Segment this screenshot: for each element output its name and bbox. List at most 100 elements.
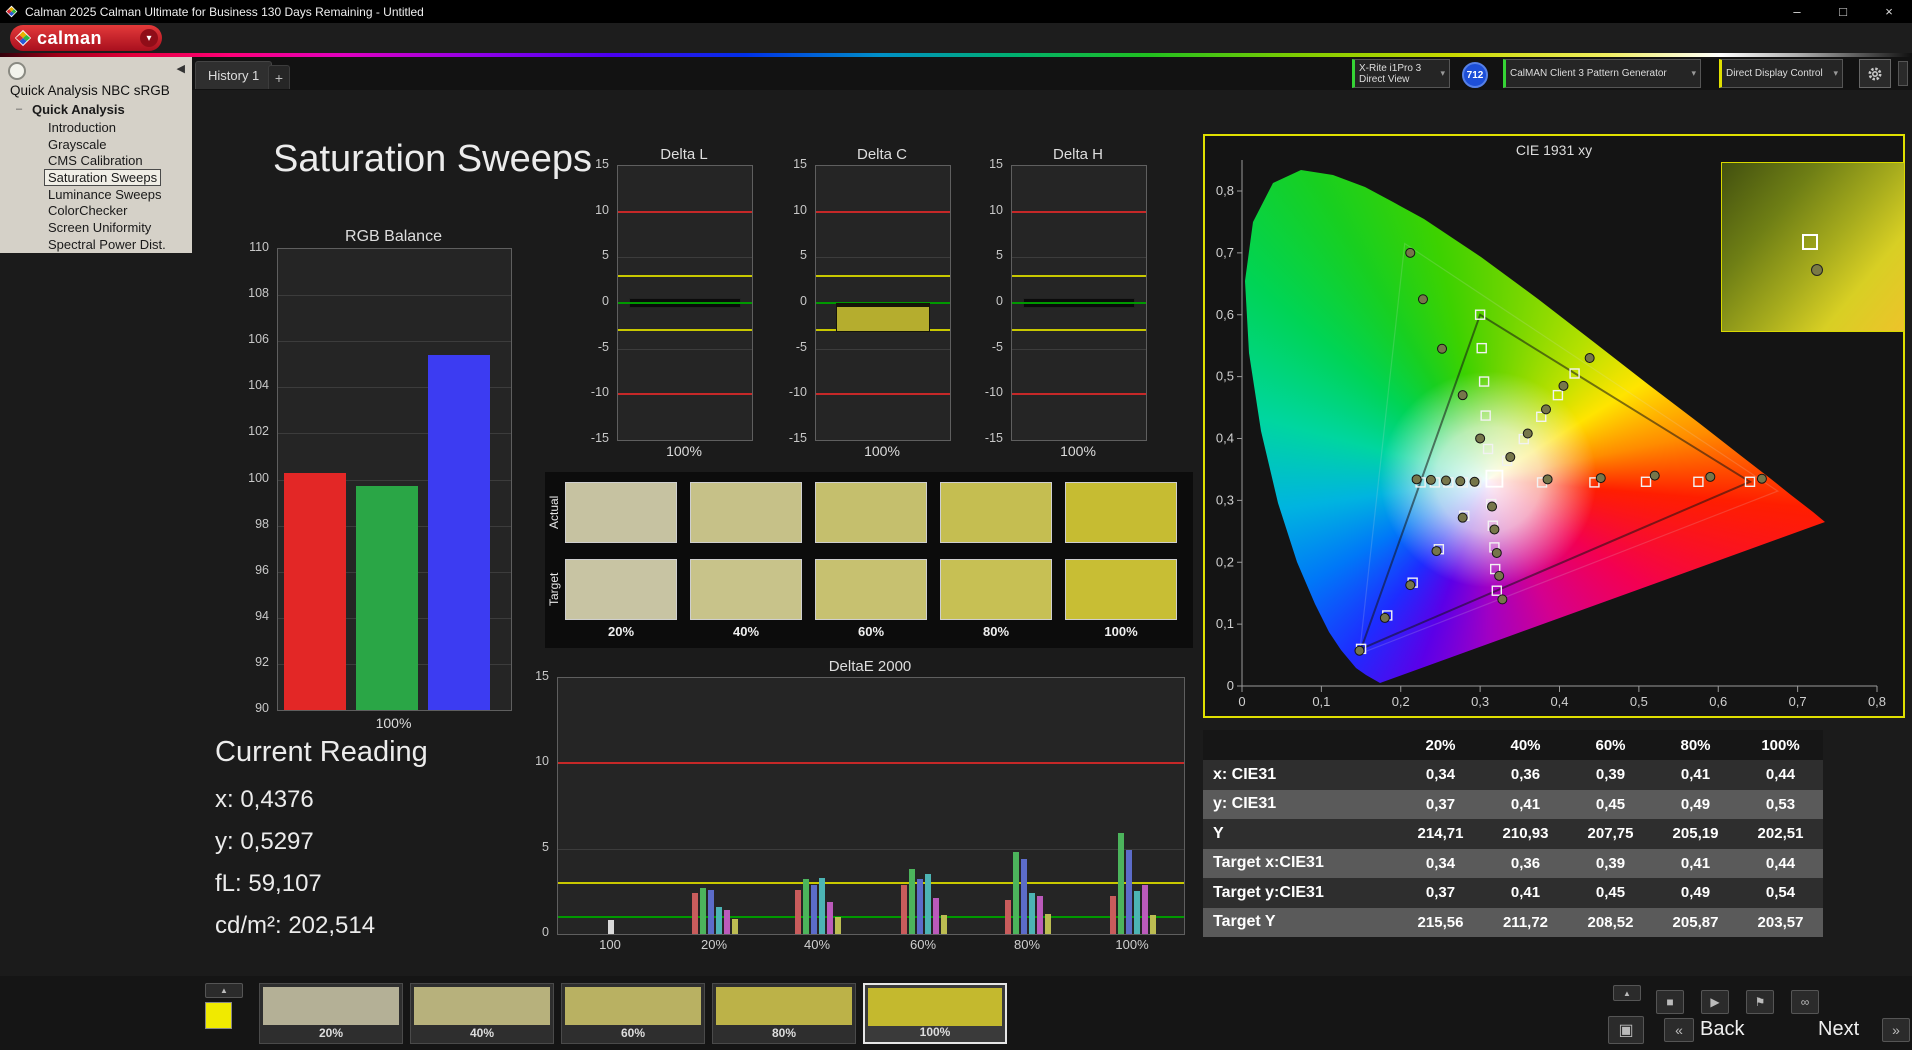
- workflow-menu-button[interactable]: [8, 62, 26, 80]
- cie-measured-point[interactable]: [1491, 547, 1502, 558]
- sidebar-item-screen-uniformity[interactable]: Screen Uniformity: [44, 219, 155, 236]
- pattern-window-button[interactable]: ▲: [205, 983, 243, 998]
- cie-measured-point[interactable]: [1487, 501, 1498, 512]
- sidebar-item-saturation-sweeps[interactable]: Saturation Sweeps: [44, 169, 162, 186]
- cie-target-point[interactable]: [1640, 476, 1652, 487]
- cie-measured-point[interactable]: [1425, 474, 1436, 485]
- delta-c-x-label: 100%: [864, 443, 900, 459]
- cie-measured-point[interactable]: [1497, 594, 1508, 605]
- transport-expand-button[interactable]: ▲: [1613, 985, 1641, 1001]
- cie-measured-point[interactable]: [1756, 473, 1767, 484]
- layout-button[interactable]: ▣: [1608, 1016, 1644, 1044]
- cie-measured-point[interactable]: [1354, 645, 1365, 656]
- cie-measured-point[interactable]: [1541, 404, 1552, 415]
- y-tick-label: 10: [793, 202, 807, 217]
- cie-target-point[interactable]: [1476, 342, 1487, 354]
- back-chevrons-icon[interactable]: «: [1664, 1018, 1694, 1042]
- cie-target-point[interactable]: [1478, 376, 1490, 387]
- pattern-button-100%[interactable]: 100%: [863, 983, 1007, 1044]
- sidebar-item-cms-calibration[interactable]: CMS Calibration: [44, 152, 147, 169]
- cie-target-point[interactable]: [1693, 476, 1704, 487]
- cie-measured-point[interactable]: [1405, 580, 1416, 591]
- delta-h-title: Delta H: [1052, 146, 1104, 163]
- target-patch-20%: [565, 559, 677, 620]
- play-button[interactable]: ▶: [1701, 990, 1729, 1014]
- cie-target-point[interactable]: [1552, 389, 1564, 401]
- rgb-bar-red: [284, 472, 346, 710]
- cie-measured-point[interactable]: [1379, 612, 1390, 623]
- cie-measured-point[interactable]: [1457, 512, 1468, 523]
- sidebar-item-introduction[interactable]: Introduction: [44, 119, 120, 136]
- table-header-cell: 80%: [1680, 736, 1711, 754]
- table-row: y: CIE31 0,37 0,41 0,45 0,49 0,53: [1203, 789, 1823, 819]
- cie-measured-point[interactable]: [1522, 428, 1533, 439]
- flag-button[interactable]: ⚑: [1746, 990, 1774, 1014]
- y-tick-label: 94: [255, 608, 269, 623]
- table-header-cell: 20%: [1425, 736, 1456, 754]
- stop-button[interactable]: ■: [1656, 990, 1684, 1014]
- add-tab-button[interactable]: +: [268, 65, 290, 89]
- pattern-button-20%[interactable]: 20%: [259, 983, 403, 1044]
- workflow-root-item[interactable]: Quick Analysis: [32, 102, 125, 117]
- cie-measured-point[interactable]: [1649, 470, 1660, 481]
- cie-measured-point[interactable]: [1494, 570, 1505, 581]
- next-chevrons-icon[interactable]: »: [1882, 1018, 1910, 1042]
- cie-measured-point[interactable]: [1475, 433, 1486, 444]
- pattern-button-80%[interactable]: 80%: [712, 983, 856, 1044]
- cie-measured-point[interactable]: [1417, 294, 1428, 305]
- sidebar-item-luminance-sweeps[interactable]: Luminance Sweeps: [44, 186, 165, 203]
- settings-button[interactable]: [1859, 59, 1891, 88]
- cie-measured-point[interactable]: [1584, 353, 1595, 364]
- pattern-button-60%[interactable]: 60%: [561, 983, 705, 1044]
- cie-measured-point[interactable]: [1505, 452, 1516, 463]
- sidebar-item-spectral-power-dist-[interactable]: Spectral Power Dist.: [44, 236, 170, 253]
- chevron-down-icon: ▾: [1691, 68, 1696, 78]
- display-control-dropdown[interactable]: Direct Display Control ▾: [1719, 59, 1843, 88]
- calman-menu-button[interactable]: calman ▾: [10, 25, 162, 51]
- close-button[interactable]: ×: [1866, 0, 1912, 23]
- y-tick-label: -5: [991, 339, 1003, 354]
- table-row: x: CIE31 0,34 0,36 0,39 0,41 0,44: [1203, 760, 1823, 790]
- table-cell: 0,44: [1765, 854, 1796, 872]
- sidebar-item-grayscale[interactable]: Grayscale: [44, 136, 111, 153]
- pattern-generator-dropdown[interactable]: CalMAN Client 3 Pattern Generator ▾: [1503, 59, 1701, 88]
- actual-patch-80%: [940, 482, 1052, 543]
- link-button[interactable]: ∞: [1791, 990, 1819, 1014]
- cie-measured-point[interactable]: [1411, 474, 1422, 485]
- pattern-button-40%[interactable]: 40%: [410, 983, 554, 1044]
- cie-measured-point[interactable]: [1437, 343, 1448, 354]
- panel-edge-button[interactable]: [1898, 61, 1908, 86]
- meter-name: X-Rite i1Pro 3: [1359, 62, 1422, 74]
- cie-target-point[interactable]: [1480, 410, 1491, 421]
- back-button[interactable]: Back: [1700, 1018, 1744, 1041]
- svg-text:0,4: 0,4: [1550, 694, 1568, 709]
- cie-measured-point[interactable]: [1595, 473, 1606, 484]
- y-tick-label: -10: [788, 385, 807, 400]
- cie-measured-point[interactable]: [1469, 476, 1480, 487]
- cie-measured-point[interactable]: [1440, 475, 1451, 486]
- cie-measured-point[interactable]: [1542, 474, 1553, 485]
- cie-measured-point[interactable]: [1405, 247, 1416, 258]
- tree-expander-icon[interactable]: –: [16, 103, 22, 115]
- sidebar-item-colorchecker[interactable]: ColorChecker: [44, 202, 131, 219]
- cie-measured-point[interactable]: [1431, 546, 1442, 557]
- y-tick-label: 98: [255, 516, 269, 531]
- cie-1931-chart[interactable]: 0 0,1 0,2 0,3 0,4 0,5 0,6 0,7 0,8 0 0,1 0,2 0,3 0,4 0,…: [1203, 134, 1905, 718]
- deltae-bar: [901, 884, 907, 934]
- maximize-button[interactable]: □: [1820, 0, 1866, 23]
- next-button[interactable]: Next: [1818, 1018, 1859, 1041]
- cie-target-point[interactable]: [1482, 443, 1494, 455]
- meter-reading-badge[interactable]: 712: [1462, 62, 1488, 88]
- tab-history-1[interactable]: History 1: [195, 61, 273, 89]
- deltae-bar: [716, 906, 722, 934]
- cie-measured-point[interactable]: [1489, 524, 1500, 535]
- sidebar-collapse-icon[interactable]: ◀: [177, 62, 185, 75]
- cie-measured-point[interactable]: [1457, 390, 1468, 401]
- cie-measured-point[interactable]: [1455, 476, 1466, 487]
- pattern-swatch: [263, 987, 399, 1025]
- minimize-button[interactable]: –: [1774, 0, 1820, 23]
- cie-measured-point[interactable]: [1558, 380, 1569, 391]
- meter-dropdown[interactable]: X-Rite i1Pro 3 Direct View ▾: [1352, 59, 1450, 88]
- y-tick-label: 5: [800, 248, 807, 263]
- cie-measured-point[interactable]: [1705, 471, 1716, 482]
